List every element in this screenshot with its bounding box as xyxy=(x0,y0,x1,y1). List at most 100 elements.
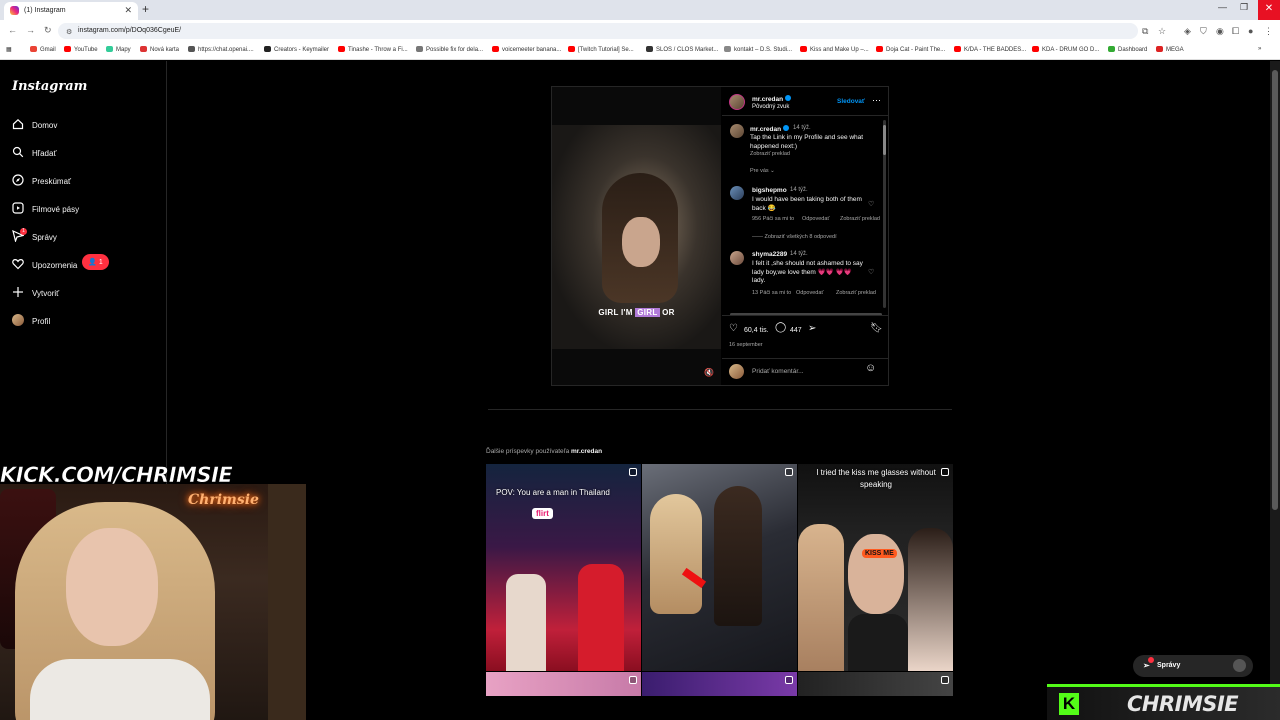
my-avatar xyxy=(729,364,744,379)
bookmark-doja-cat[interactable]: Doja Cat - Paint The... xyxy=(876,46,945,53)
post-thumbnail[interactable] xyxy=(642,672,797,696)
bookmark-nova-karta[interactable]: Nová karta xyxy=(140,46,179,53)
apps-grid-icon[interactable]: ▦ xyxy=(6,46,12,53)
author-username[interactable]: mr.credan xyxy=(752,95,792,103)
bookmark-gmail[interactable]: Gmail xyxy=(30,46,56,53)
save-bookmark-icon[interactable]: 🔖︎ xyxy=(870,323,883,334)
profile-icon[interactable]: ● xyxy=(1248,26,1253,36)
comment-avatar[interactable] xyxy=(730,186,744,200)
site-info-icon[interactable]: ⚙ xyxy=(66,28,72,36)
notifications-badge: 👤 1 xyxy=(82,254,109,270)
bookmark-voicemeeter[interactable]: voicemeeter banana... xyxy=(492,46,561,53)
sort-for-you[interactable]: Pre vás ⌄ xyxy=(750,168,775,174)
install-icon[interactable]: ⧉ xyxy=(1142,26,1148,37)
url-input[interactable]: instagram.com/p/DOq036CgeuE/ xyxy=(58,23,1138,39)
post-thumbnail[interactable] xyxy=(798,672,953,696)
reels-icon xyxy=(12,202,24,214)
author-avatar[interactable] xyxy=(729,94,745,110)
comment-like-heart-icon[interactable]: ♡ xyxy=(868,200,874,208)
comment-reply-link[interactable]: Odpovedať xyxy=(796,290,823,296)
comments-scroll-thumb[interactable] xyxy=(883,125,886,155)
bookmark-dashboard[interactable]: Dashboard xyxy=(1108,46,1147,53)
more-bookmarks-icon[interactable]: » xyxy=(1258,46,1261,52)
follow-button[interactable]: Sledovať xyxy=(837,98,865,105)
browser-tab-bar: (1) Instagram ✕ + — ❐ ✕ xyxy=(0,0,1280,20)
comment-like-count[interactable]: 13 Páči sa mi to xyxy=(752,290,791,296)
post-thumbnail[interactable] xyxy=(642,464,797,671)
verified-badge-icon xyxy=(783,125,790,131)
bookmark-possible-fix[interactable]: Possible fix for dela... xyxy=(416,46,483,53)
reel-icon xyxy=(941,676,949,684)
bookmark-kda-drum[interactable]: KDA - DRUM GO D... xyxy=(1032,46,1099,53)
comment-username[interactable]: shyma2289 xyxy=(752,251,787,258)
back-icon[interactable]: ← xyxy=(8,25,17,35)
reel-icon xyxy=(785,676,793,684)
address-bar-row: ← → ↻ instagram.com/p/DOq036CgeuE/ ⚙ ⧉ ☆… xyxy=(0,20,1280,42)
comment-bubble-icon[interactable]: ◯ xyxy=(775,322,786,333)
bookmark-mega[interactable]: MEGA xyxy=(1156,46,1184,53)
bookmark-kontakt[interactable]: kontakt – D.S. Studi... xyxy=(724,46,792,53)
comment-reply-link[interactable]: Odpovedať xyxy=(802,216,829,222)
instagram-logo[interactable]: Instagram xyxy=(12,79,87,94)
post-details: mr.credan Pôvodný zvuk Sledovať ⋯ mr.cre… xyxy=(722,87,889,385)
thumbnail-figure xyxy=(798,524,844,671)
adblock-icon[interactable]: ⛉ xyxy=(1200,26,1207,37)
close-window-icon[interactable]: ✕ xyxy=(1258,0,1280,20)
bookmark-twitch-tutorial[interactable]: [Twitch Tutorial] Se... xyxy=(568,46,634,53)
share-icon[interactable]: ➢ xyxy=(808,323,816,334)
post-thumbnail[interactable] xyxy=(486,672,641,696)
muted-speaker-icon[interactable]: 🔇 xyxy=(704,368,714,377)
reload-icon[interactable]: ↻ xyxy=(44,25,52,36)
minimize-icon[interactable]: — xyxy=(1218,2,1227,12)
post-video[interactable]: GIRL I'M GIRL OR 🔇 xyxy=(552,87,721,385)
bookmark-slos[interactable]: SLOS / CLOS Market... xyxy=(646,46,718,53)
extension2-icon[interactable]: ◉ xyxy=(1216,26,1224,37)
extensions-puzzle-icon[interactable]: ⧠ xyxy=(1232,26,1239,37)
like-count[interactable]: 60,4 tis. xyxy=(744,327,769,334)
thumbnail-figure xyxy=(506,574,546,671)
add-comment-input[interactable]: Pridať komentár... xyxy=(752,368,804,375)
comment-text: I felt it ,she should not ashamed to say… xyxy=(752,260,863,284)
comment-username[interactable]: bigshepmo xyxy=(752,187,787,194)
comment-translate-link[interactable]: Zobraziť preklad xyxy=(836,290,876,296)
new-tab-icon[interactable]: + xyxy=(142,2,149,16)
bookmark-star-icon[interactable]: ☆ xyxy=(1158,26,1166,37)
actions-divider xyxy=(722,315,889,316)
instagram-favicon-icon xyxy=(10,6,19,15)
post-thumbnail[interactable]: I tried the kiss me glasses without spea… xyxy=(798,464,953,671)
thumbnail-figure xyxy=(650,494,702,614)
audio-label[interactable]: Pôvodný zvuk xyxy=(752,104,789,110)
emoji-icon[interactable]: ☺ xyxy=(865,362,876,374)
messages-popup[interactable]: ➢ Správy xyxy=(1133,655,1253,677)
bookmark-chatgpt[interactable]: https://chat.openai.... xyxy=(188,46,254,53)
streamer-shirt xyxy=(30,659,210,720)
bookmark-youtube[interactable]: YouTube xyxy=(64,46,98,53)
extension-icon[interactable]: ◈ xyxy=(1184,26,1191,37)
comment-translate-link[interactable]: Zobraziť preklad xyxy=(840,216,880,222)
more-options-icon[interactable]: ⋯ xyxy=(872,95,881,106)
bookmark-kiss-make-up[interactable]: Kiss and Make Up –... xyxy=(800,46,869,53)
post-card: GIRL I'M GIRL OR 🔇 mr.credan Pôvodný zvu… xyxy=(551,86,889,386)
url-text: instagram.com/p/DOq036CgeuE/ xyxy=(78,27,182,34)
comment-like-heart-icon[interactable]: ♡ xyxy=(868,268,874,276)
bookmark-tinashe[interactable]: Tinashe - Throw a Fi... xyxy=(338,46,408,53)
menu-kebab-icon[interactable]: ⋮ xyxy=(1264,26,1273,37)
post-thumbnail[interactable]: POV: You are a man in Thailand flirt xyxy=(486,464,641,671)
bookmark-kda-baddest[interactable]: K/DA - THE BADDES... xyxy=(954,46,1026,53)
browser-tab[interactable]: (1) Instagram ✕ xyxy=(4,2,138,20)
page-scroll-thumb[interactable] xyxy=(1272,70,1278,510)
forward-icon[interactable]: → xyxy=(26,25,35,35)
restore-icon[interactable]: ❐ xyxy=(1240,2,1248,13)
bookmark-keymailer[interactable]: Creators - Keymailer xyxy=(264,46,329,53)
tab-close-icon[interactable]: ✕ xyxy=(124,5,132,16)
comment-like-count[interactable]: 956 Páči sa mi to xyxy=(752,216,794,222)
webcam-overlay: Chrimsie xyxy=(0,484,306,720)
view-replies-link[interactable]: —— Zobraziť všetkých 8 odpovedí xyxy=(752,234,837,240)
caption-translate-link[interactable]: Zobraziť preklad xyxy=(750,151,790,157)
comment-avatar[interactable] xyxy=(730,251,744,265)
like-heart-icon[interactable]: ♡ xyxy=(729,323,738,334)
bookmark-mapy[interactable]: Mapy xyxy=(106,46,131,53)
add-comment-divider xyxy=(722,358,889,359)
caption-username[interactable]: mr.credan xyxy=(750,125,790,133)
caption-avatar[interactable] xyxy=(730,124,744,138)
